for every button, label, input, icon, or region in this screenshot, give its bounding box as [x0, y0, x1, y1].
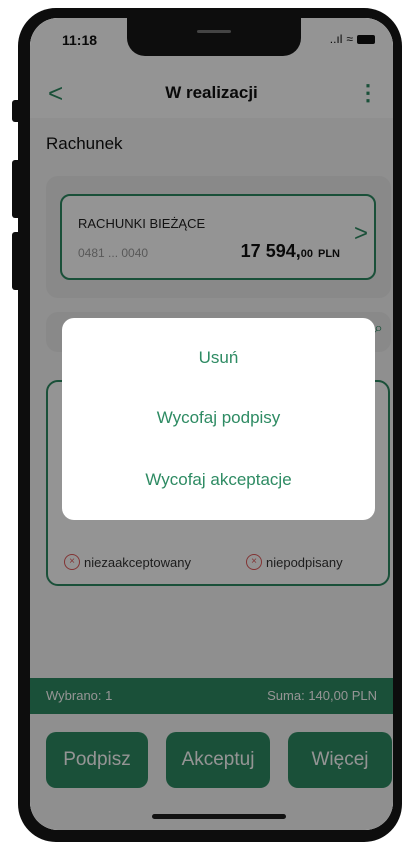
side-button — [12, 160, 22, 218]
action-sheet: Usuń Wycofaj podpisy Wycofaj akceptacje — [62, 318, 375, 520]
app-screen: 11:18 ..ıl ≈ < W realizacji ⋮ Rachunek R… — [30, 18, 393, 830]
withdraw-signatures-option[interactable]: Wycofaj podpisy — [62, 408, 375, 428]
side-button — [12, 100, 22, 122]
home-indicator — [152, 814, 286, 819]
delete-option[interactable]: Usuń — [62, 348, 375, 368]
notch — [127, 18, 301, 56]
withdraw-acceptance-option[interactable]: Wycofaj akceptacje — [62, 470, 375, 490]
side-button — [12, 232, 22, 290]
